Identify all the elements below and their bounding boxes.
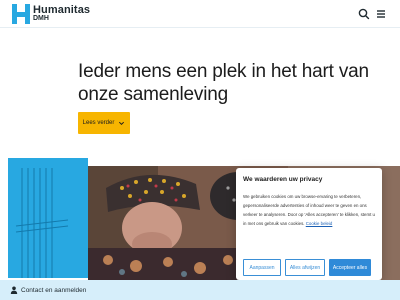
read-more-button[interactable]: Lees verder (78, 112, 130, 134)
customize-cookies-button[interactable]: Aanpassen (243, 259, 281, 276)
humanitas-logo-icon[interactable] (12, 4, 30, 24)
contact-signup-link[interactable]: Contact en aanmelden (10, 284, 86, 296)
read-more-label: Lees verder (82, 120, 115, 126)
chair-graphic (15, 168, 69, 278)
chevron-down-icon (119, 121, 125, 125)
cookie-dialog-text: We gebruiken cookies om uw browse-ervari… (243, 192, 377, 228)
cookie-dialog-title: We waarderen uw privacy (243, 176, 323, 183)
person-icon (10, 286, 18, 294)
accent-color-block (8, 158, 88, 278)
site-header: Humanitas DMH (0, 0, 400, 28)
accept-all-cookies-button[interactable]: Accepteer alles (329, 259, 371, 276)
hero-headline: Ieder mens een plek in het hart van onze… (78, 61, 369, 105)
search-icon[interactable] (357, 7, 371, 21)
decline-all-cookies-button[interactable]: Alles afwijzen (285, 259, 325, 276)
cookie-policy-link[interactable]: Cookie beleid (306, 221, 333, 226)
contact-signup-label: Contact en aanmelden (21, 286, 87, 294)
hamburger-menu-icon[interactable] (374, 7, 388, 21)
brand-subtitle: DMH (33, 15, 49, 22)
